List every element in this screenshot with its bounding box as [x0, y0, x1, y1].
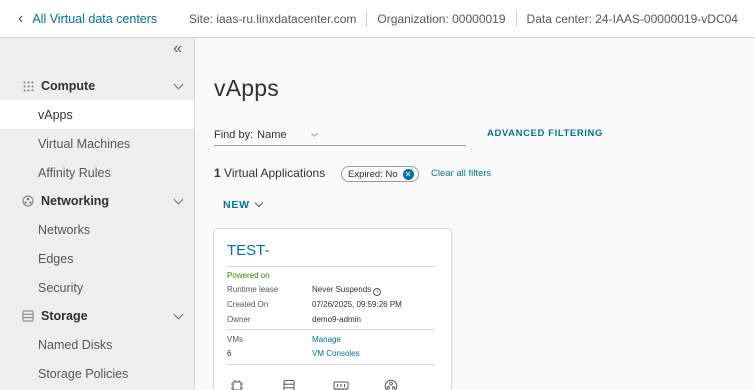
chevron-down-icon [173, 309, 184, 320]
divider [227, 364, 435, 365]
vm-consoles-link[interactable]: VM Consoles [312, 349, 360, 358]
sidebar-group-networking[interactable]: Networking [0, 187, 194, 215]
vms-label: VMs [227, 335, 243, 344]
chevron-down-icon [173, 79, 184, 90]
organization-info: Organization: 00000019 [366, 10, 515, 27]
status-badge: Powered on [227, 271, 270, 280]
owner-label: Owner [227, 315, 251, 324]
find-by-label: Find by: [214, 128, 254, 141]
sidebar-item-named-disks[interactable]: Named Disks [0, 330, 194, 359]
created-on-value: 07/26/2025, 09:59:26 PM [312, 300, 402, 309]
manage-link[interactable]: Manage [312, 335, 341, 344]
network-icon [22, 195, 34, 207]
sidebar-item-security[interactable]: Security [0, 273, 194, 302]
site-info: Site: iaas-ru.linxdatacenter.com [189, 11, 357, 26]
vapp-count: 1 Virtual Applications [214, 166, 325, 180]
find-by-select[interactable]: Find by: Name [214, 124, 466, 146]
owner-value: demo9-admin [312, 315, 361, 324]
chevron-left-icon: ‹ [18, 9, 24, 27]
network-icon [384, 379, 400, 390]
clear-all-filters-link[interactable]: Clear all filters [431, 168, 491, 179]
memory-icon [333, 379, 349, 390]
sidebar-group-storage[interactable]: Storage [0, 302, 194, 330]
new-vapp-button[interactable]: NEW [223, 198, 264, 211]
info-icon[interactable]: i [373, 288, 382, 296]
sidebar-item-edges[interactable]: Edges [0, 244, 194, 273]
runtime-lease-text: Never Suspends [312, 285, 372, 294]
chevron-down-icon [311, 129, 319, 137]
filter-chip-label: Expired: No [348, 168, 398, 180]
vapp-name-link[interactable]: TEST- [227, 242, 270, 259]
collapse-sidebar-button[interactable]: « [173, 40, 182, 58]
runtime-lease-value: Never Suspends i [312, 285, 382, 296]
datacenter-info: Data center: 24-IAAS-00000019-vDC04 [515, 10, 748, 27]
sidebar-item-affinity-rules[interactable]: Affinity Rules [0, 158, 194, 187]
storage-icon [282, 379, 298, 390]
grid-icon [22, 80, 34, 92]
sidebar-group-label: Compute [41, 79, 96, 93]
sidebar-nav: Compute vApps Virtual Machines Affinity … [0, 72, 194, 388]
vapp-count-label: Virtual Applications [224, 166, 326, 180]
sidebar-group-label: Storage [41, 309, 88, 323]
page-title: vApps [214, 75, 279, 101]
sidebar: « Compute vApps Virtual Machines Affinit… [0, 38, 195, 390]
sidebar-group-compute[interactable]: Compute [0, 72, 194, 100]
close-icon[interactable]: ✕ [402, 168, 414, 180]
sidebar-item-networks[interactable]: Networks [0, 215, 194, 244]
vapp-card: TEST- Powered on Runtime lease Never Sus… [213, 228, 452, 390]
cpu-icon [230, 379, 246, 390]
main-content: vApps Find by: Name ADVANCED FILTERING 1… [196, 38, 755, 390]
created-on-label: Created On [227, 300, 269, 309]
back-to-datacenters-link[interactable]: ‹ All Virtual data centers [0, 9, 181, 27]
sidebar-item-storage-policies[interactable]: Storage Policies [0, 359, 194, 388]
new-button-label: NEW [223, 199, 250, 211]
storage-icon [22, 310, 34, 322]
vapp-count-number: 1 [214, 166, 221, 180]
chevron-down-icon [173, 194, 184, 205]
divider [227, 266, 435, 267]
sidebar-item-virtual-machines[interactable]: Virtual Machines [0, 129, 194, 158]
advanced-filtering-button[interactable]: ADVANCED FILTERING [487, 128, 603, 139]
divider [227, 329, 435, 330]
back-link-label: All Virtual data centers [32, 11, 158, 26]
chevron-down-icon [254, 198, 264, 208]
top-bar: ‹ All Virtual data centers Site: iaas-ru… [0, 0, 755, 38]
runtime-lease-label: Runtime lease [227, 285, 279, 294]
vms-count: 6 [227, 349, 232, 358]
filter-chip-expired: Expired: No ✕ [341, 166, 419, 182]
find-by-value: Name [257, 128, 287, 141]
sidebar-item-vapps[interactable]: vApps [0, 100, 194, 129]
sidebar-group-label: Networking [41, 194, 110, 208]
